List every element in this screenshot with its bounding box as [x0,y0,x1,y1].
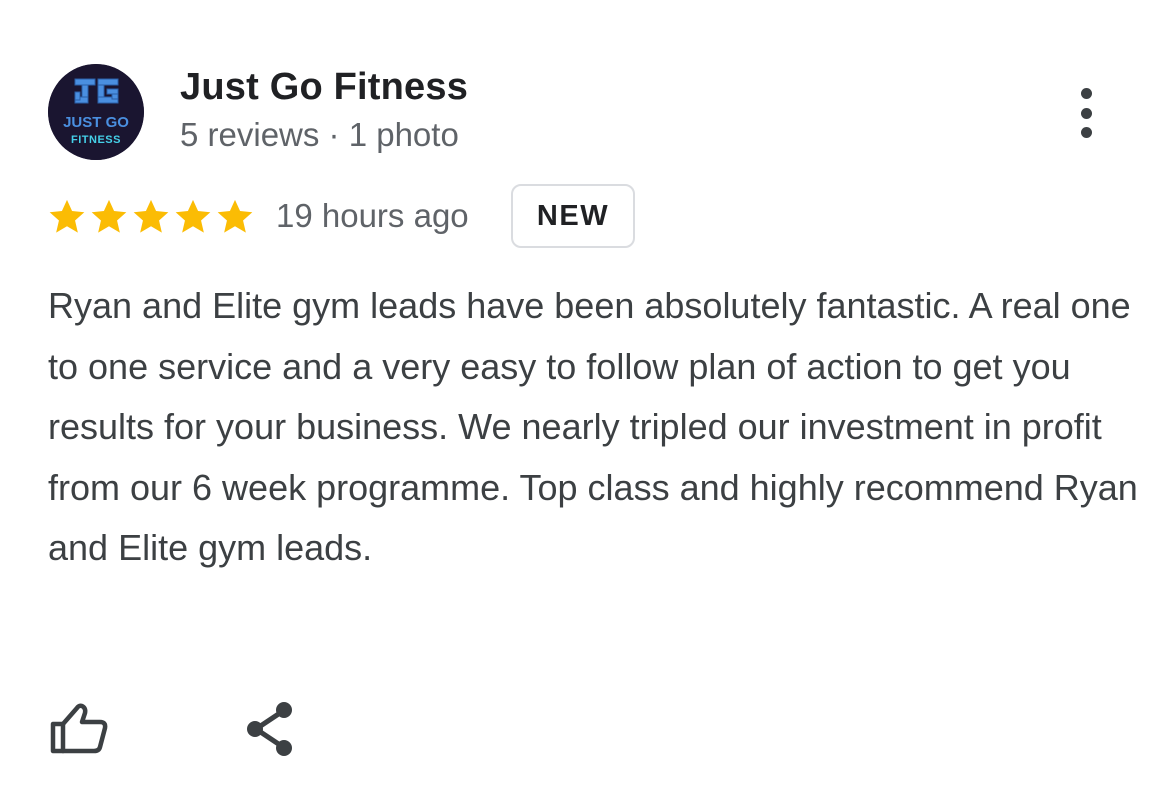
review-timestamp: 19 hours ago [276,197,469,234]
star-rating [46,196,256,238]
thumbs-up-icon [50,703,108,754]
reviewer-avatar[interactable]: JUST GO FITNESS [48,64,144,160]
reviewer-name[interactable]: Just Go Fitness [180,66,468,109]
star-icon [91,199,127,233]
just-go-fitness-logo: JUST GO FITNESS [48,64,144,160]
share-button[interactable] [242,700,298,758]
star-icon [217,199,253,233]
review-card: JUST GO FITNESS Just Go Fitness 5 review… [0,0,1170,800]
star-icon [49,199,85,233]
review-text: Ryan and Elite gym leads have been absol… [48,285,1138,568]
more-options-button[interactable] [1060,82,1112,144]
new-badge: NEW [511,184,635,248]
reviewer-meta: 5 reviews · 1 photo [180,116,459,153]
like-button[interactable] [48,700,110,756]
star-icon [133,199,169,233]
more-vert-icon [1080,88,1092,99]
logo-line2: FITNESS [71,134,121,146]
share-icon [247,702,292,756]
logo-line1: JUST GO [63,114,129,131]
star-icon [175,199,211,233]
